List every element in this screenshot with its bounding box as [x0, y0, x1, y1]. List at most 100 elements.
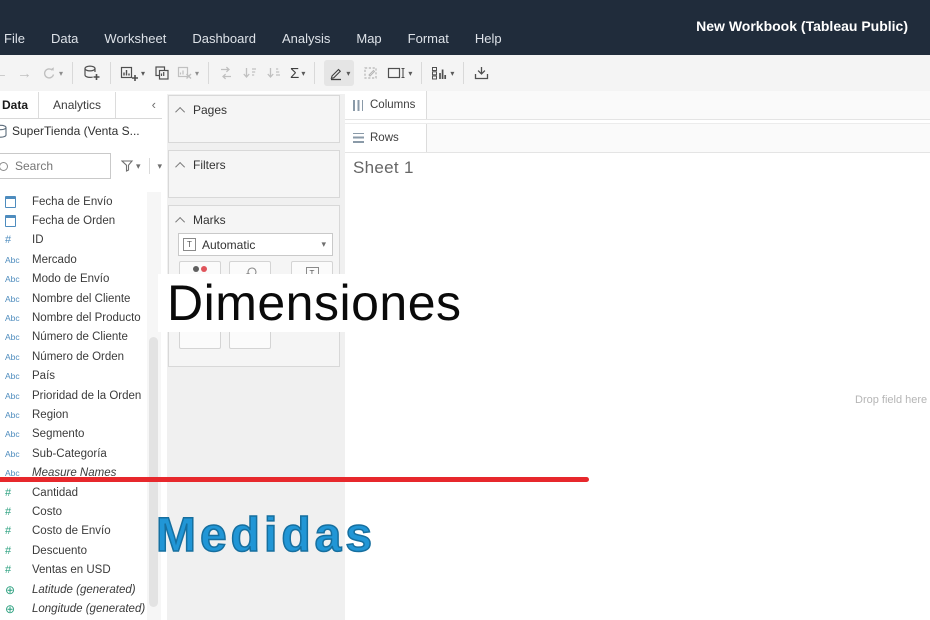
- duplicate-sheet-icon[interactable]: [154, 60, 170, 86]
- text-field-icon: [0, 313, 31, 323]
- collapse-chevron-icon[interactable]: [175, 216, 185, 226]
- menu-dashboard[interactable]: Dashboard: [179, 27, 269, 50]
- tableau-window: File Data Worksheet Dashboard Analysis M…: [0, 0, 930, 620]
- field-label: Region: [32, 409, 68, 421]
- text-field-icon: [0, 332, 31, 342]
- number-icon: [0, 234, 31, 246]
- search-input[interactable]: [13, 158, 97, 174]
- field-label: Nombre del Cliente: [32, 293, 130, 305]
- field-row[interactable]: Region: [0, 405, 147, 424]
- menu-bar: File Data Worksheet Dashboard Analysis M…: [0, 27, 515, 50]
- dimensions-annotation-text: Dimensiones: [167, 274, 462, 332]
- tab-data[interactable]: Data: [0, 92, 38, 118]
- divider-line-annotation: [0, 477, 589, 482]
- fit-axes-icon[interactable]: [387, 60, 412, 86]
- field-row[interactable]: País: [0, 367, 147, 386]
- toolbar-separator: [72, 62, 73, 84]
- field-row[interactable]: Ventas en USD: [0, 560, 147, 579]
- field-label: Número de Cliente: [32, 331, 128, 343]
- field-row[interactable]: Sub-Categoría: [0, 444, 147, 463]
- field-row[interactable]: Nombre del Producto: [0, 308, 147, 327]
- sort-descending-icon[interactable]: [266, 60, 282, 86]
- field-list: Fecha de Envío Fecha de Orden ID Mercado…: [0, 192, 147, 619]
- field-row[interactable]: Modo de Envío: [0, 270, 147, 289]
- columns-icon: [353, 100, 363, 111]
- collapse-chevron-icon[interactable]: [175, 106, 185, 116]
- menu-data[interactable]: Data: [38, 27, 91, 50]
- field-row[interactable]: Costo de Envío: [0, 522, 147, 541]
- field-label: Sub-Categoría: [32, 448, 107, 460]
- field-row[interactable]: Fecha de Orden: [0, 211, 147, 230]
- sheet-title: Sheet 1: [353, 158, 414, 178]
- field-label: Costo de Envío: [32, 525, 111, 537]
- sort-ascending-icon[interactable]: [242, 60, 258, 86]
- text-field-icon: [0, 429, 31, 439]
- filters-card[interactable]: Filters: [168, 150, 340, 198]
- pages-card-title: Pages: [193, 103, 227, 117]
- field-label: Fecha de Envío: [32, 196, 113, 208]
- replay-icon[interactable]: [41, 60, 63, 86]
- menu-help[interactable]: Help: [462, 27, 515, 50]
- field-label: País: [32, 370, 55, 382]
- toolbar-separator: [110, 62, 111, 84]
- pages-card[interactable]: Pages: [168, 95, 340, 143]
- sheet-canvas: Columns Rows Sheet 1 Drop field here: [345, 91, 930, 620]
- field-row[interactable]: Descuento: [0, 541, 147, 560]
- field-row[interactable]: Segmento: [0, 425, 147, 444]
- data-source-row[interactable]: SuperTienda (Venta S...: [0, 118, 162, 144]
- field-row[interactable]: Cantidad: [0, 483, 147, 502]
- field-row[interactable]: Mercado: [0, 250, 147, 269]
- field-row[interactable]: Fecha de Envío: [0, 192, 147, 211]
- highlight-pen-icon[interactable]: [324, 60, 354, 86]
- field-row[interactable]: Nombre del Cliente: [0, 289, 147, 308]
- scrollbar-thumb[interactable]: [149, 337, 158, 607]
- rows-shelf[interactable]: Rows: [345, 123, 930, 153]
- menu-worksheet[interactable]: Worksheet: [91, 27, 179, 50]
- download-icon[interactable]: [473, 60, 490, 86]
- columns-shelf[interactable]: Columns: [345, 91, 930, 120]
- field-row[interactable]: Número de Orden: [0, 347, 147, 366]
- field-row[interactable]: ID: [0, 231, 147, 250]
- undo-icon[interactable]: ←: [0, 60, 8, 86]
- menu-map[interactable]: Map: [343, 27, 394, 50]
- aggregate-sigma-icon[interactable]: Σ: [290, 60, 305, 86]
- menu-file[interactable]: File: [0, 27, 38, 50]
- field-label: Latitude (generated): [32, 584, 136, 596]
- menu-analysis[interactable]: Analysis: [269, 27, 343, 50]
- menu-format[interactable]: Format: [395, 27, 462, 50]
- field-label: Longitude (generated): [32, 603, 145, 615]
- collapse-pane-icon[interactable]: ‹: [152, 97, 156, 112]
- title-bar: File Data Worksheet Dashboard Analysis M…: [0, 0, 930, 55]
- new-worksheet-icon[interactable]: [120, 60, 145, 86]
- tab-analytics[interactable]: Analytics: [38, 92, 116, 118]
- field-row[interactable]: Prioridad de la Orden: [0, 386, 147, 405]
- redo-icon[interactable]: →: [17, 60, 32, 86]
- clear-sheet-icon[interactable]: [177, 60, 199, 86]
- field-row[interactable]: Número de Cliente: [0, 328, 147, 347]
- dimensions-annotation: Dimensiones: [158, 274, 548, 332]
- field-label: ID: [32, 234, 44, 246]
- annotate-icon[interactable]: [363, 60, 379, 86]
- filter-funnel-icon[interactable]: ▾: [121, 160, 141, 172]
- show-me-icon[interactable]: [431, 60, 454, 86]
- text-field-icon: [0, 274, 31, 284]
- field-row[interactable]: Costo: [0, 502, 147, 521]
- marks-card-title: Marks: [193, 213, 226, 227]
- search-box[interactable]: [0, 153, 111, 179]
- collapse-chevron-icon[interactable]: [175, 161, 185, 171]
- field-label: Descuento: [32, 545, 87, 557]
- text-field-icon: [0, 410, 31, 420]
- field-label: Modo de Envío: [32, 273, 109, 285]
- swap-axes-icon[interactable]: [218, 60, 234, 86]
- new-data-source-icon[interactable]: [82, 60, 101, 86]
- dropdown-caret-icon: ▾: [321, 239, 326, 250]
- field-row[interactable]: Latitude (generated): [0, 580, 147, 599]
- number-icon: [0, 545, 31, 557]
- mark-type-dropdown[interactable]: T Automatic ▾: [178, 233, 333, 256]
- toolbar: ← → Σ: [0, 55, 930, 92]
- field-row[interactable]: Longitude (generated): [0, 599, 147, 618]
- rows-shelf-text: Rows: [370, 132, 399, 144]
- field-label: Nombre del Producto: [32, 312, 141, 324]
- search-icon: [0, 162, 8, 171]
- toolbar-separator: [421, 62, 422, 84]
